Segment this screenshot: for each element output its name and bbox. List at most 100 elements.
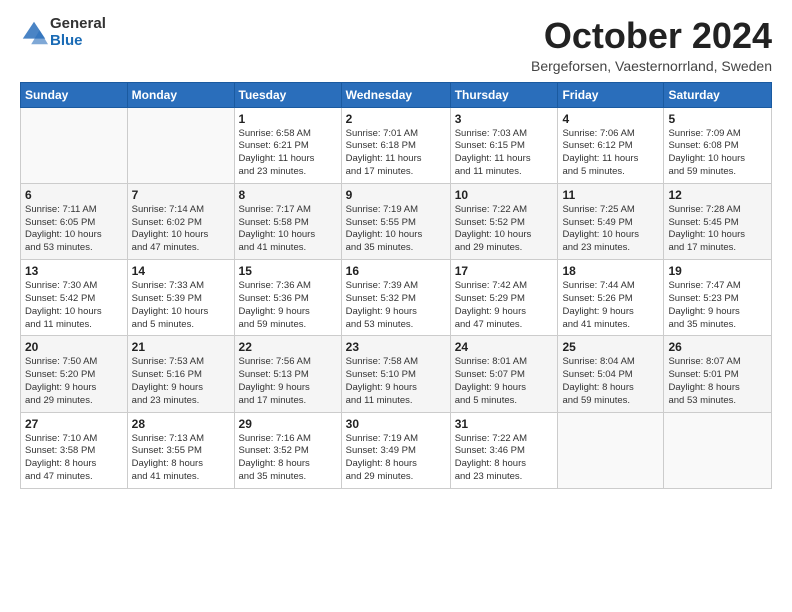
day-detail: Sunrise: 7:28 AM Sunset: 5:45 PM Dayligh… bbox=[668, 204, 767, 255]
logo: General Blue bbox=[20, 16, 106, 49]
day-detail: Sunrise: 7:01 AM Sunset: 6:18 PM Dayligh… bbox=[346, 128, 446, 179]
calendar-cell: 19 Sunrise: 7:47 AM Sunset: 5:23 PM Dayli… bbox=[664, 260, 772, 336]
weekday-header-thursday: Thursday bbox=[450, 82, 558, 107]
day-detail: Sunrise: 8:07 AM Sunset: 5:01 PM Dayligh… bbox=[668, 356, 767, 407]
day-detail: Sunrise: 7:11 AM Sunset: 6:05 PM Dayligh… bbox=[25, 204, 123, 255]
day-number: 11 bbox=[562, 188, 659, 202]
title-block: October 2024 Bergeforsen, Vaesternorrlan… bbox=[531, 16, 772, 74]
logo-text: General Blue bbox=[50, 16, 106, 49]
calendar-cell: 8 Sunrise: 7:17 AM Sunset: 5:58 PM Daylig… bbox=[234, 183, 341, 259]
calendar-cell: 2 Sunrise: 7:01 AM Sunset: 6:18 PM Daylig… bbox=[341, 107, 450, 183]
calendar-cell: 17 Sunrise: 7:42 AM Sunset: 5:29 PM Dayli… bbox=[450, 260, 558, 336]
day-number: 15 bbox=[239, 264, 337, 278]
weekday-header-wednesday: Wednesday bbox=[341, 82, 450, 107]
day-number: 1 bbox=[239, 112, 337, 126]
day-detail: Sunrise: 7:06 AM Sunset: 6:12 PM Dayligh… bbox=[562, 128, 659, 179]
calendar-cell: 5 Sunrise: 7:09 AM Sunset: 6:08 PM Daylig… bbox=[664, 107, 772, 183]
weekday-header-tuesday: Tuesday bbox=[234, 82, 341, 107]
day-detail: Sunrise: 7:47 AM Sunset: 5:23 PM Dayligh… bbox=[668, 280, 767, 331]
calendar-cell: 1Sunrise: 6:58 AM Sunset: 6:21 PM Daylig… bbox=[234, 107, 341, 183]
day-number: 22 bbox=[239, 340, 337, 354]
week-row-3: 13Sunrise: 7:30 AM Sunset: 5:42 PM Dayli… bbox=[21, 260, 772, 336]
calendar-cell: 16Sunrise: 7:39 AM Sunset: 5:32 PM Dayli… bbox=[341, 260, 450, 336]
calendar-cell: 10 Sunrise: 7:22 AM Sunset: 5:52 PM Dayli… bbox=[450, 183, 558, 259]
header: General Blue October 2024 Bergeforsen, V… bbox=[20, 16, 772, 74]
day-detail: Sunrise: 7:09 AM Sunset: 6:08 PM Dayligh… bbox=[668, 128, 767, 179]
logo-blue: Blue bbox=[50, 33, 106, 50]
calendar-cell: 15 Sunrise: 7:36 AM Sunset: 5:36 PM Dayli… bbox=[234, 260, 341, 336]
day-number: 16 bbox=[346, 264, 446, 278]
calendar-cell: 11 Sunrise: 7:25 AM Sunset: 5:49 PM Dayli… bbox=[558, 183, 664, 259]
logo-general: General bbox=[50, 16, 106, 33]
calendar-cell: 18Sunrise: 7:44 AM Sunset: 5:26 PM Dayli… bbox=[558, 260, 664, 336]
day-detail: Sunrise: 7:03 AM Sunset: 6:15 PM Dayligh… bbox=[455, 128, 554, 179]
day-detail: Sunrise: 7:36 AM Sunset: 5:36 PM Dayligh… bbox=[239, 280, 337, 331]
calendar-cell: 25 Sunrise: 8:04 AM Sunset: 5:04 PM Dayli… bbox=[558, 336, 664, 412]
day-detail: Sunrise: 7:42 AM Sunset: 5:29 PM Dayligh… bbox=[455, 280, 554, 331]
calendar-cell: 7Sunrise: 7:14 AM Sunset: 6:02 PM Daylig… bbox=[127, 183, 234, 259]
day-detail: Sunrise: 7:19 AM Sunset: 3:49 PM Dayligh… bbox=[346, 433, 446, 484]
day-detail: Sunrise: 7:22 AM Sunset: 5:52 PM Dayligh… bbox=[455, 204, 554, 255]
calendar-cell: 31Sunrise: 7:22 AM Sunset: 3:46 PM Dayli… bbox=[450, 412, 558, 488]
day-number: 23 bbox=[346, 340, 446, 354]
day-detail: Sunrise: 7:16 AM Sunset: 3:52 PM Dayligh… bbox=[239, 433, 337, 484]
week-row-2: 6 Sunrise: 7:11 AM Sunset: 6:05 PM Daylig… bbox=[21, 183, 772, 259]
day-number: 12 bbox=[668, 188, 767, 202]
day-number: 9 bbox=[346, 188, 446, 202]
logo-icon bbox=[20, 19, 48, 47]
day-detail: Sunrise: 7:22 AM Sunset: 3:46 PM Dayligh… bbox=[455, 433, 554, 484]
calendar-cell: 27Sunrise: 7:10 AM Sunset: 3:58 PM Dayli… bbox=[21, 412, 128, 488]
day-number: 5 bbox=[668, 112, 767, 126]
day-detail: Sunrise: 8:01 AM Sunset: 5:07 PM Dayligh… bbox=[455, 356, 554, 407]
calendar-cell bbox=[127, 107, 234, 183]
day-number: 19 bbox=[668, 264, 767, 278]
calendar-cell: 21 Sunrise: 7:53 AM Sunset: 5:16 PM Dayli… bbox=[127, 336, 234, 412]
calendar-table: SundayMondayTuesdayWednesdayThursdayFrid… bbox=[20, 82, 772, 489]
calendar-cell: 23 Sunrise: 7:58 AM Sunset: 5:10 PM Dayli… bbox=[341, 336, 450, 412]
weekday-header-friday: Friday bbox=[558, 82, 664, 107]
calendar-cell: 20 Sunrise: 7:50 AM Sunset: 5:20 PM Dayli… bbox=[21, 336, 128, 412]
week-row-1: 1Sunrise: 6:58 AM Sunset: 6:21 PM Daylig… bbox=[21, 107, 772, 183]
calendar-cell: 14Sunrise: 7:33 AM Sunset: 5:39 PM Dayli… bbox=[127, 260, 234, 336]
calendar-cell: 12 Sunrise: 7:28 AM Sunset: 5:45 PM Dayli… bbox=[664, 183, 772, 259]
day-number: 21 bbox=[132, 340, 230, 354]
day-detail: Sunrise: 7:10 AM Sunset: 3:58 PM Dayligh… bbox=[25, 433, 123, 484]
weekday-header-row: SundayMondayTuesdayWednesdayThursdayFrid… bbox=[21, 82, 772, 107]
day-number: 30 bbox=[346, 417, 446, 431]
calendar-cell bbox=[21, 107, 128, 183]
day-number: 29 bbox=[239, 417, 337, 431]
page: General Blue October 2024 Bergeforsen, V… bbox=[0, 0, 792, 612]
day-detail: Sunrise: 7:17 AM Sunset: 5:58 PM Dayligh… bbox=[239, 204, 337, 255]
calendar-cell: 22Sunrise: 7:56 AM Sunset: 5:13 PM Dayli… bbox=[234, 336, 341, 412]
day-number: 3 bbox=[455, 112, 554, 126]
calendar-cell: 26 Sunrise: 8:07 AM Sunset: 5:01 PM Dayli… bbox=[664, 336, 772, 412]
day-detail: Sunrise: 7:53 AM Sunset: 5:16 PM Dayligh… bbox=[132, 356, 230, 407]
day-number: 26 bbox=[668, 340, 767, 354]
calendar-cell bbox=[558, 412, 664, 488]
calendar-cell bbox=[664, 412, 772, 488]
day-number: 17 bbox=[455, 264, 554, 278]
weekday-header-sunday: Sunday bbox=[21, 82, 128, 107]
day-number: 6 bbox=[25, 188, 123, 202]
day-detail: Sunrise: 7:19 AM Sunset: 5:55 PM Dayligh… bbox=[346, 204, 446, 255]
day-number: 25 bbox=[562, 340, 659, 354]
day-number: 4 bbox=[562, 112, 659, 126]
day-detail: Sunrise: 8:04 AM Sunset: 5:04 PM Dayligh… bbox=[562, 356, 659, 407]
week-row-5: 27Sunrise: 7:10 AM Sunset: 3:58 PM Dayli… bbox=[21, 412, 772, 488]
calendar-cell: 30 Sunrise: 7:19 AM Sunset: 3:49 PM Dayli… bbox=[341, 412, 450, 488]
day-number: 10 bbox=[455, 188, 554, 202]
day-number: 8 bbox=[239, 188, 337, 202]
calendar-cell: 28Sunrise: 7:13 AM Sunset: 3:55 PM Dayli… bbox=[127, 412, 234, 488]
weekday-header-monday: Monday bbox=[127, 82, 234, 107]
day-number: 13 bbox=[25, 264, 123, 278]
day-number: 20 bbox=[25, 340, 123, 354]
day-detail: Sunrise: 7:50 AM Sunset: 5:20 PM Dayligh… bbox=[25, 356, 123, 407]
day-detail: Sunrise: 7:58 AM Sunset: 5:10 PM Dayligh… bbox=[346, 356, 446, 407]
month-title: October 2024 bbox=[531, 16, 772, 56]
calendar-cell: 29 Sunrise: 7:16 AM Sunset: 3:52 PM Dayli… bbox=[234, 412, 341, 488]
day-detail: Sunrise: 7:25 AM Sunset: 5:49 PM Dayligh… bbox=[562, 204, 659, 255]
day-number: 2 bbox=[346, 112, 446, 126]
calendar-cell: 3 Sunrise: 7:03 AM Sunset: 6:15 PM Daylig… bbox=[450, 107, 558, 183]
calendar-cell: 6 Sunrise: 7:11 AM Sunset: 6:05 PM Daylig… bbox=[21, 183, 128, 259]
day-number: 24 bbox=[455, 340, 554, 354]
